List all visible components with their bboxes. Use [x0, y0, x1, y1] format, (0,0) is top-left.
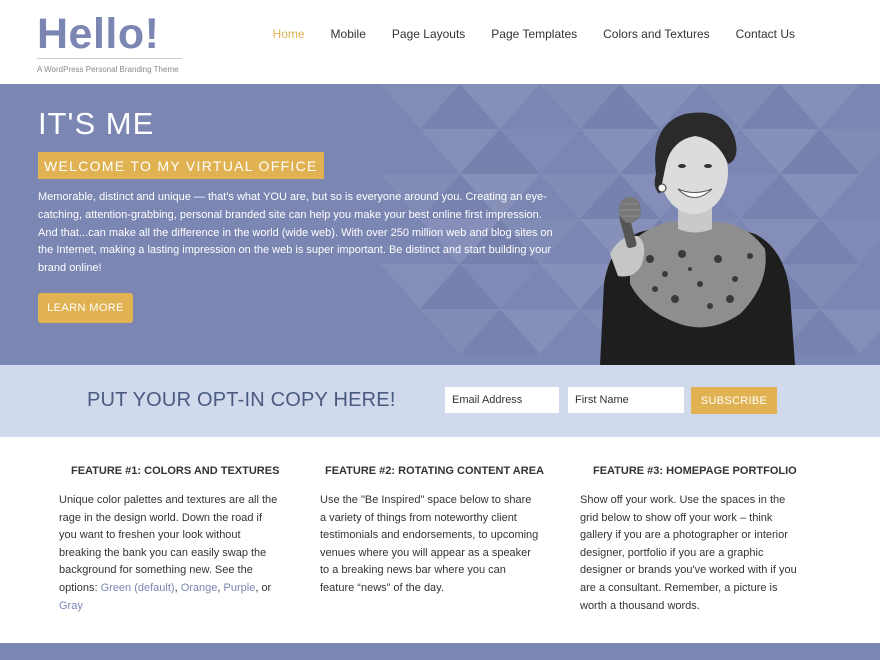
hero-title: IT'S ME [38, 106, 155, 141]
site-header: Hello! A WordPress Personal Branding The… [0, 0, 880, 84]
email-field[interactable] [445, 387, 559, 413]
feature-text: Use the "Be Inspired" space below to sha… [320, 494, 539, 594]
subscribe-button[interactable]: SUBSCRIBE [691, 387, 777, 414]
nav-page-layouts[interactable]: Page Layouts [379, 27, 478, 41]
features-section: FEATURE #1: COLORS AND TEXTURES Unique c… [0, 437, 880, 643]
main-nav: Home Mobile Page Layouts Page Templates … [260, 27, 808, 41]
feature-text: Unique color palettes and textures are a… [59, 494, 278, 612]
hero-badge: WELCOME TO MY VIRTUAL OFFICE [38, 152, 324, 179]
feature-text: Show off your work. Use the spaces in th… [580, 494, 797, 612]
logo-divider [37, 58, 182, 59]
footer-band [0, 643, 880, 660]
link-orange[interactable]: Orange [181, 582, 218, 594]
optin-heading: PUT YOUR OPT-IN COPY HERE! [87, 389, 396, 411]
nav-colors-textures[interactable]: Colors and Textures [590, 27, 723, 41]
link-gray[interactable]: Gray [59, 600, 83, 612]
nav-page-templates[interactable]: Page Templates [478, 27, 590, 41]
feature-title: FEATURE #1: COLORS AND TEXTURES [71, 465, 280, 477]
optin-bar: PUT YOUR OPT-IN COPY HERE! SUBSCRIBE [0, 365, 880, 437]
portrait-photo [600, 112, 795, 365]
nav-contact-us[interactable]: Contact Us [723, 27, 808, 41]
link-green[interactable]: Green (default) [101, 582, 175, 594]
learn-more-button[interactable]: LEARN MORE [38, 293, 133, 323]
first-name-field[interactable] [568, 387, 684, 413]
link-purple[interactable]: Purple [224, 582, 256, 594]
nav-mobile[interactable]: Mobile [318, 27, 379, 41]
feature-title: FEATURE #2: ROTATING CONTENT AREA [325, 465, 544, 477]
site-tagline: A WordPress Personal Branding Theme [37, 65, 179, 74]
site-logo[interactable]: Hello! [37, 8, 159, 60]
hero-section: IT'S ME WELCOME TO MY VIRTUAL OFFICE Mem… [0, 84, 880, 365]
nav-home[interactable]: Home [260, 27, 318, 41]
hero-text: Memorable, distinct and unique — that's … [38, 191, 553, 275]
feature-title: FEATURE #3: HOMEPAGE PORTFOLIO [593, 465, 797, 477]
